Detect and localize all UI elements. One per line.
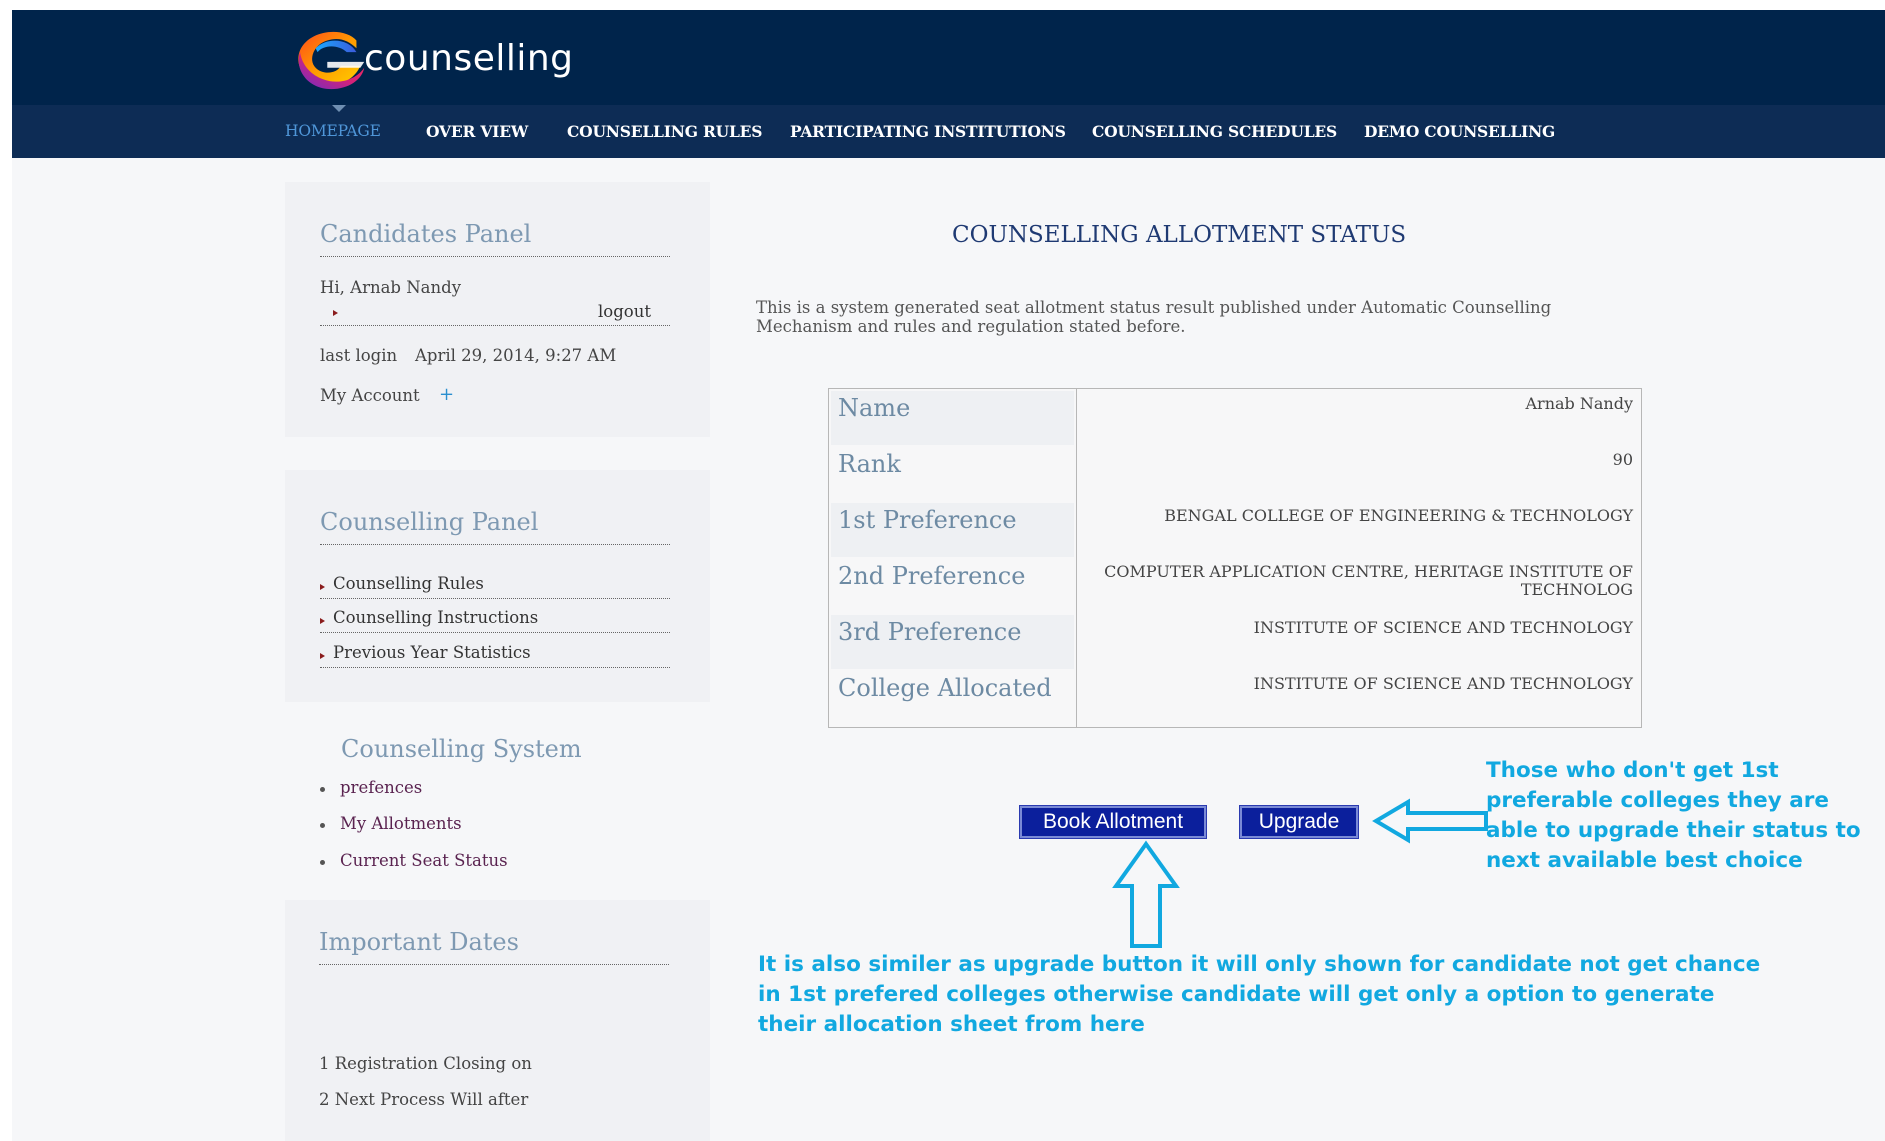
- row-value-2nd-preference: COMPUTER APPLICATION CENTRE, HERITAGE IN…: [1104, 562, 1633, 599]
- link-previous-year-statistics[interactable]: Previous Year Statistics: [333, 643, 531, 662]
- nav-participating-institutions[interactable]: PARTICIPATING INSTITUTIONS: [790, 105, 1066, 158]
- important-dates-panel: Important Dates 1 Registration Closing o…: [285, 900, 710, 1141]
- divider: [320, 598, 670, 599]
- book-allotment-annotation: It is also similer as upgrade button it …: [758, 950, 1760, 1040]
- row-label-2nd-preference: 2nd Preference: [838, 562, 1026, 590]
- row-label-college-allocated: College Allocated: [838, 674, 1052, 702]
- bullet-dot-icon: [320, 860, 325, 865]
- bullet-icon: [320, 584, 325, 590]
- upgrade-annotation-line: Those who don't get 1st: [1486, 758, 1779, 783]
- page: counselling HOMEPAGE OVER VIEW COUNSELLI…: [12, 10, 1885, 1141]
- divider: [319, 964, 669, 965]
- link-my-allotments[interactable]: My Allotments: [340, 814, 462, 833]
- candidates-panel-title: Candidates Panel: [320, 220, 532, 248]
- logout-link[interactable]: logout: [598, 302, 651, 321]
- plus-icon[interactable]: +: [439, 384, 454, 405]
- nav-active-pointer: [332, 105, 346, 112]
- upgrade-annotation-line: next available best choice: [1486, 848, 1803, 873]
- arrow-up-icon: [1112, 840, 1180, 948]
- nav-counselling-rules[interactable]: COUNSELLING RULES: [567, 105, 762, 158]
- row-value-college-allocated: INSTITUTE OF SCIENCE AND TECHNOLOGY: [1253, 674, 1633, 693]
- divider: [320, 256, 670, 257]
- divider: [320, 667, 670, 668]
- row-label-name: Name: [838, 394, 911, 422]
- row-value-3rd-preference: INSTITUTE OF SCIENCE AND TECHNOLOGY: [1253, 618, 1633, 637]
- counselling-panel: Counselling Panel Counselling Rules Coun…: [285, 470, 710, 702]
- row-value-rank: 90: [1612, 450, 1633, 469]
- row-value-name: Arnab Nandy: [1525, 394, 1634, 413]
- main-nav: HOMEPAGE OVER VIEW COUNSELLING RULES PAR…: [12, 105, 1885, 158]
- candidates-panel: Candidates Panel Hi, Arnab Nandy logout …: [285, 182, 710, 437]
- divider: [320, 544, 670, 545]
- row-label-rank: Rank: [838, 450, 901, 478]
- upgrade-annotation-line: able to upgrade their status to: [1486, 818, 1861, 843]
- link-counselling-instructions[interactable]: Counselling Instructions: [333, 608, 538, 627]
- book-annotation-line: their allocation sheet from here: [758, 1012, 1145, 1037]
- upgrade-button[interactable]: Upgrade: [1239, 805, 1359, 839]
- nav-homepage[interactable]: HOMEPAGE: [285, 105, 381, 158]
- divider: [320, 632, 670, 633]
- arrow-left-icon: [1372, 798, 1488, 844]
- upgrade-annotation-line: preferable colleges they are: [1486, 788, 1829, 813]
- bullet-dot-icon: [320, 823, 325, 828]
- divider: [320, 325, 670, 326]
- book-annotation-line: in 1st prefered colleges otherwise candi…: [758, 982, 1715, 1007]
- last-login-label: last login: [320, 346, 398, 365]
- greeting-text: Hi, Arnab Nandy: [320, 278, 462, 297]
- allotment-status-table: Name Arnab Nandy Rank 90 1st Preference …: [828, 388, 1642, 728]
- row-label-1st-preference: 1st Preference: [838, 506, 1017, 534]
- row-label-3rd-preference: 3rd Preference: [838, 618, 1022, 646]
- bullet-icon: [320, 653, 325, 659]
- date-item: 1 Registration Closing on: [319, 1054, 532, 1073]
- nav-overview[interactable]: OVER VIEW: [426, 105, 528, 158]
- book-annotation-line: It is also similer as upgrade button it …: [758, 952, 1761, 977]
- counselling-system-title: Counselling System: [341, 735, 582, 763]
- book-allotment-button[interactable]: Book Allotment: [1019, 805, 1207, 839]
- row-value-1st-preference: BENGAL COLLEGE OF ENGINEERING & TECHNOLO…: [1164, 506, 1633, 525]
- site-logo[interactable]: counselling: [288, 20, 574, 96]
- nav-counselling-schedules[interactable]: COUNSELLING SCHEDULES: [1092, 105, 1337, 158]
- intro-text: This is a system generated seat allotmen…: [756, 298, 1552, 336]
- date-item: 2 Next Process Will after: [319, 1090, 529, 1109]
- site-header: counselling: [12, 10, 1885, 105]
- nav-demo-counselling[interactable]: DEMO COUNSELLING: [1364, 105, 1555, 158]
- bullet-icon: [333, 310, 338, 316]
- link-counselling-rules[interactable]: Counselling Rules: [333, 574, 484, 593]
- important-dates-title: Important Dates: [319, 928, 519, 956]
- last-login-value: April 29, 2014, 9:27 AM: [415, 346, 617, 365]
- page-title: COUNSELLING ALLOTMENT STATUS: [952, 222, 1407, 248]
- my-account-link[interactable]: My Account: [320, 386, 420, 405]
- upgrade-annotation: Those who don't get 1st preferable colle…: [1486, 756, 1861, 876]
- counselling-panel-title: Counselling Panel: [320, 508, 539, 536]
- logo-text: counselling: [364, 37, 574, 79]
- bullet-dot-icon: [320, 787, 325, 792]
- link-prefences[interactable]: prefences: [340, 778, 422, 797]
- bullet-icon: [320, 618, 325, 624]
- link-current-seat-status[interactable]: Current Seat Status: [340, 851, 508, 870]
